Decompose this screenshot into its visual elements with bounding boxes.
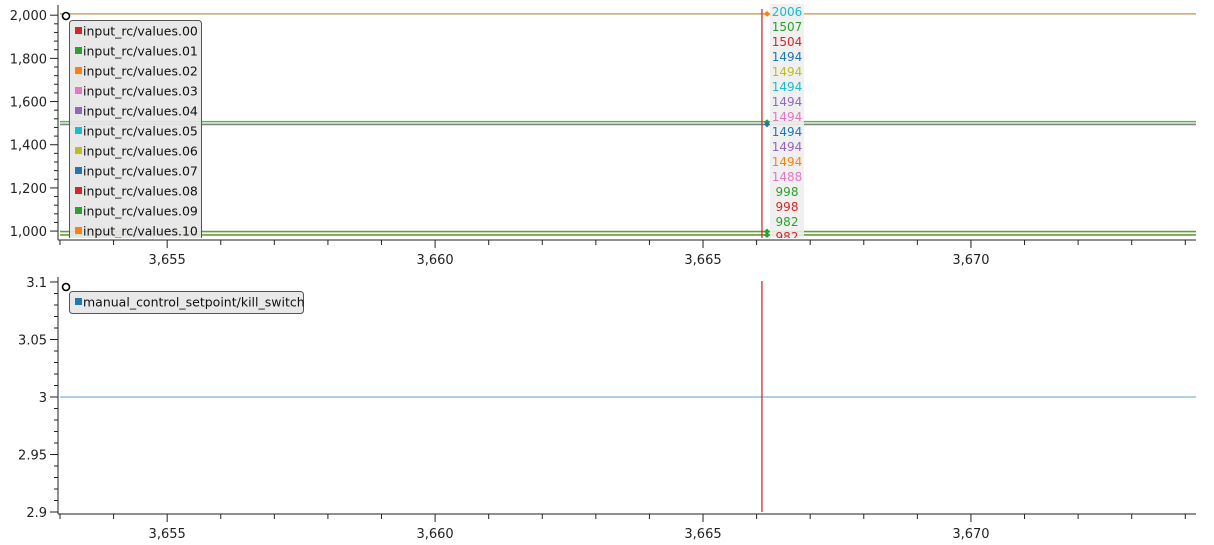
legend-item[interactable]: input_rc/values.04 (75, 104, 198, 119)
origin-handle-icon[interactable] (61, 282, 71, 292)
legend-item[interactable]: input_rc/values.10 (75, 224, 198, 239)
cursor-marker (763, 231, 770, 238)
legend-label: input_rc/values.08 (83, 184, 198, 199)
legend-swatch (75, 167, 82, 174)
legend-label: input_rc/values.02 (83, 64, 198, 79)
y-tick-label: 1,200 (10, 182, 47, 197)
legend-swatch (75, 87, 82, 94)
x-tick-label: 3,665 (684, 527, 721, 542)
tooltip-value: 2006 (772, 5, 803, 19)
tooltip-value: 1494 (772, 95, 803, 109)
y-tick-label: 2.9 (26, 506, 47, 521)
legend-item[interactable]: input_rc/values.03 (75, 84, 198, 99)
legend-swatch (75, 147, 82, 154)
legend-label: input_rc/values.07 (83, 164, 198, 179)
y-tick-label: 3.05 (18, 334, 47, 349)
tooltip-value: 998 (776, 200, 799, 214)
plot-panel-1[interactable]: 3,655 3,660 3,665 3,670 1,000 1,200 1,400 1,600… (10, 4, 1196, 268)
legend-label: input_rc/values.04 (83, 104, 198, 119)
y-tick-label: 1,400 (10, 139, 47, 154)
y-tick-label: 3 (39, 391, 47, 406)
legend-item[interactable]: input_rc/values.07 (75, 164, 198, 179)
legend-label: input_rc/values.03 (83, 84, 198, 99)
legend-label: input_rc/values.09 (83, 204, 198, 219)
tooltip-value: 982 (776, 215, 799, 229)
x-tick-label: 3,660 (416, 253, 453, 268)
legend-item[interactable]: input_rc/values.05 (75, 124, 198, 139)
legend[interactable]: manual_control_setpoint/kill_switch (69, 291, 305, 314)
y-tick-label: 1,600 (10, 96, 47, 111)
legend-label: manual_control_setpoint/kill_switch (83, 295, 305, 310)
tooltip-value: 982 (776, 230, 799, 244)
cursor-marker (763, 10, 770, 17)
legend-swatch (75, 207, 82, 214)
legend-label: input_rc/values.10 (83, 224, 198, 239)
series-lines (60, 13, 1196, 236)
tooltip-value: 998 (776, 185, 799, 199)
y-tick-label: 2.95 (18, 449, 47, 464)
x-tick-label: 3,670 (952, 253, 989, 268)
y-tick-label: 3.1 (26, 276, 47, 291)
tooltip-value: 1507 (772, 20, 803, 34)
legend-item[interactable]: input_rc/values.01 (75, 44, 198, 59)
legend-label: input_rc/values.06 (83, 144, 198, 159)
plot-panel-2[interactable]: 3,655 3,660 3,665 3,670 2.9 2.95 3 3.05 3.1 manua… (18, 276, 1196, 542)
legend-label: input_rc/values.05 (83, 124, 198, 139)
x-tick-label: 3,655 (149, 527, 186, 542)
legend-swatch (75, 127, 82, 134)
y-tick-label: 2,000 (10, 9, 47, 24)
origin-handle-icon[interactable] (61, 11, 71, 21)
y-tick-label: 1,000 (10, 225, 47, 240)
legend-swatch (75, 187, 82, 194)
legend-swatch (75, 227, 82, 234)
tooltip-value: 1494 (772, 125, 803, 139)
tooltip-value: 1504 (772, 35, 803, 49)
legend-swatch (75, 107, 82, 114)
y-tick-label: 1,800 (10, 52, 47, 67)
legend-swatch (75, 27, 82, 34)
legend-item[interactable]: manual_control_setpoint/kill_switch (75, 295, 305, 310)
legend-item[interactable]: input_rc/values.02 (75, 64, 198, 79)
x-tick-label: 3,660 (416, 527, 453, 542)
legend-swatch (75, 67, 82, 74)
legend-item[interactable]: input_rc/values.08 (75, 184, 198, 199)
legend-label: input_rc/values.00 (83, 24, 198, 39)
tooltip-value: 1494 (772, 140, 803, 154)
legend-swatch (75, 298, 82, 305)
tooltip-value: 1494 (772, 110, 803, 124)
x-tick-label: 3,670 (952, 527, 989, 542)
legend-item[interactable]: input_rc/values.09 (75, 204, 198, 219)
x-tick-label: 3,665 (684, 253, 721, 268)
plot-canvas[interactable]: 3,655 3,660 3,665 3,670 1,000 1,200 1,400 1,600… (0, 0, 1214, 545)
tooltip-value: 1488 (772, 170, 803, 184)
x-tick-label: 3,655 (149, 253, 186, 268)
legend-item[interactable]: input_rc/values.00 (75, 24, 198, 39)
legend-swatch (75, 47, 82, 54)
tooltip-value: 1494 (772, 65, 803, 79)
cursor-value-tooltip: 2006150715041494149414941494149414941494… (770, 4, 804, 244)
tooltip-value: 1494 (772, 50, 803, 64)
legend[interactable]: input_rc/values.00 input_rc/values.01inpu… (69, 20, 202, 253)
legend-label: input_rc/values.01 (83, 44, 198, 59)
tooltip-value: 1494 (772, 155, 803, 169)
legend-item[interactable]: input_rc/values.06 (75, 144, 198, 159)
tooltip-value: 1494 (772, 80, 803, 94)
